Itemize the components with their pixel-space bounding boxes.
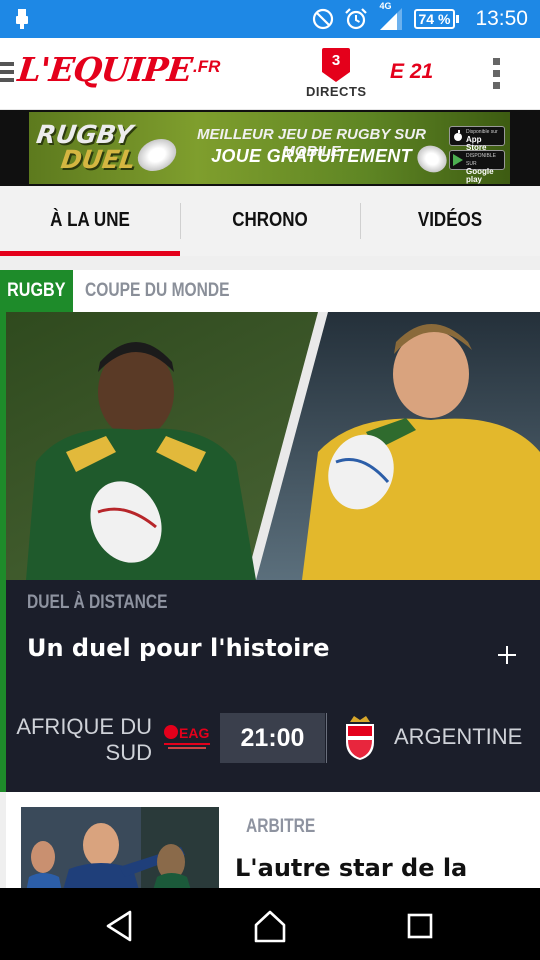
alarm-icon [344, 8, 367, 30]
feed[interactable]: RUGBY COUPE DU MONDE DUEL À DISTANCE Un … [0, 256, 540, 888]
ad-banner-container: RUGBY DUEL MEILLEUR JEU DE RUGBY SUR MOB… [0, 110, 540, 186]
tab-label: À LA UNE [50, 209, 130, 231]
article-headline[interactable]: Un duel pour l'histoire [27, 634, 329, 662]
app-bar: L'EQUIPE .FR 3 DIRECTS E 21 [0, 38, 540, 110]
status-bar: 4G 74 % 13:50 [0, 0, 540, 38]
app-logo[interactable]: L'EQUIPE [16, 50, 193, 89]
battery-level: 74 % [413, 9, 456, 29]
menu-icon[interactable] [0, 62, 14, 86]
expand-plus-icon[interactable] [496, 644, 518, 666]
sponsor-name: EAG [179, 725, 209, 741]
rugby-players-photo [6, 312, 540, 580]
ad-banner[interactable]: RUGBY DUEL MEILLEUR JEU DE RUGBY SUR MOB… [29, 112, 510, 184]
home-team: AFRIQUE DU SUD [16, 714, 152, 765]
usb-icon [16, 9, 28, 29]
screen: 4G 74 % 13:50 L'EQUIPE .FR 3 DIRECTS E 2… [0, 0, 540, 960]
match-time-box: 21:00 [220, 713, 325, 763]
match-row[interactable]: AFRIQUE DU SUD EAG 21:00 ARGENTINE [6, 710, 540, 766]
e21-button[interactable]: E 21 [390, 60, 433, 84]
competition-label[interactable]: COUPE DU MONDE [85, 270, 261, 312]
recents-icon[interactable] [400, 906, 440, 946]
directs-button[interactable]: 3 DIRECTS [306, 46, 366, 102]
tab-chrono[interactable]: CHRONO [180, 186, 360, 256]
article-card[interactable]: ARBITRE L'autre star de la [6, 792, 540, 888]
ad-game-logo: RUGBY DUEL [34, 120, 138, 174]
status-icons: 4G 74 % 13:50 [312, 0, 528, 38]
play-store-icon [453, 154, 463, 166]
sport-tag[interactable]: RUGBY [0, 270, 73, 312]
directs-count: 3 [331, 52, 341, 69]
referee-photo [21, 807, 219, 888]
tab-a-la-une[interactable]: À LA UNE [0, 186, 180, 256]
tab-videos[interactable]: VIDÉOS [360, 186, 540, 256]
article-kicker: DUEL À DISTANCE [27, 592, 168, 613]
tab-label: VIDÉOS [417, 209, 483, 231]
google-play-badge[interactable]: DISPONIBLE SUR Google play [449, 150, 505, 184]
do-not-disturb-icon [312, 8, 333, 30]
tab-label: CHRONO [232, 209, 308, 231]
clock: 13:50 [475, 7, 528, 30]
eag-club-logo: EAG [162, 720, 212, 752]
system-nav-bar [0, 888, 540, 960]
directs-label: DIRECTS [306, 84, 367, 99]
article-kicker: ARBITRE [246, 816, 316, 837]
back-icon[interactable] [100, 906, 140, 946]
app-logo-suffix: .FR [193, 57, 221, 76]
category-row: RUGBY COUPE DU MONDE [0, 270, 540, 312]
signal-icon: 4G [378, 1, 404, 31]
monaco-club-logo [346, 716, 374, 760]
apple-icon [454, 130, 462, 141]
overflow-menu-icon[interactable] [493, 58, 501, 94]
featured-article-card[interactable]: DUEL À DISTANCE Un duel pour l'histoire … [6, 580, 540, 792]
section-tabs: À LA UNE CHRONO VIDÉOS [0, 186, 540, 256]
battery-icon: 74 % [413, 9, 460, 29]
article-thumbnail[interactable] [21, 807, 219, 888]
rugby-ball-icon [132, 132, 182, 178]
away-team: ARGENTINE [394, 724, 523, 749]
article-headline[interactable]: L'autre star de la [235, 854, 467, 882]
match-time: 21:00 [240, 724, 305, 752]
home-icon[interactable] [250, 906, 290, 946]
score-divider [326, 713, 327, 763]
app-store-badge[interactable]: Disponible sur App Store [449, 126, 505, 152]
ad-cta: JOUE GRATUITEMENT [211, 146, 412, 166]
featured-image[interactable] [6, 312, 540, 580]
